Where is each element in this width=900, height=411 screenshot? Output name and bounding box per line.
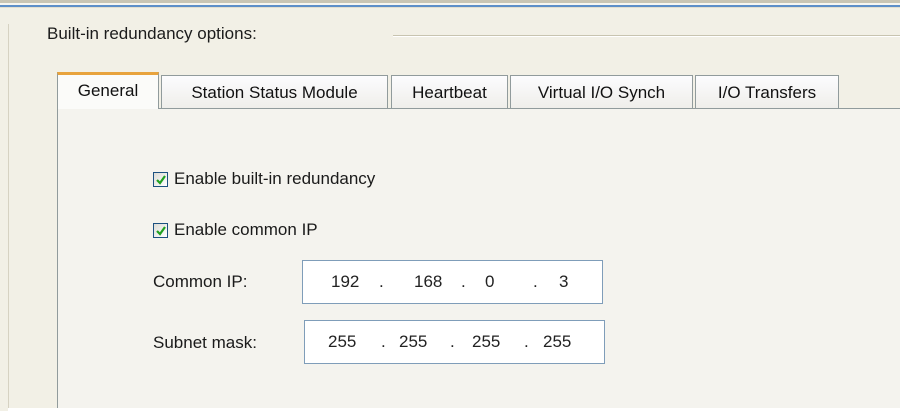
checkmark-icon bbox=[156, 225, 166, 236]
tab-station-status-module[interactable]: Station Status Module bbox=[161, 75, 388, 108]
subnet-mask-octet-1[interactable]: 255 bbox=[328, 332, 356, 352]
common-ip-octet-2[interactable]: 168 bbox=[414, 272, 442, 292]
ip-dot: . bbox=[533, 272, 538, 291]
ip-dot: . bbox=[381, 332, 386, 351]
ip-dot: . bbox=[524, 332, 529, 351]
enable-redundancy-checkbox[interactable] bbox=[153, 171, 168, 187]
enable-common-ip-row[interactable]: Enable common IP bbox=[153, 220, 318, 240]
groupbox-title: Built-in redundancy options: bbox=[47, 24, 263, 44]
left-edge bbox=[8, 24, 9, 411]
tab-heartbeat[interactable]: Heartbeat bbox=[391, 75, 508, 108]
subnet-mask-octet-2[interactable]: 255 bbox=[399, 332, 427, 352]
common-ip-octet-3[interactable]: 0 bbox=[485, 272, 494, 292]
enable-common-ip-label: Enable common IP bbox=[174, 220, 318, 239]
common-ip-label: Common IP: bbox=[153, 272, 248, 291]
redundancy-dialog: Built-in redundancy options: General Sta… bbox=[0, 0, 900, 411]
subnet-mask-octet-3[interactable]: 255 bbox=[472, 332, 500, 352]
tab-io-transfers[interactable]: I/O Transfers bbox=[695, 75, 839, 108]
subnet-mask-label: Subnet mask: bbox=[153, 333, 257, 352]
subnet-mask-octet-4[interactable]: 255 bbox=[543, 332, 571, 352]
common-ip-octet-1[interactable]: 192 bbox=[331, 272, 359, 292]
common-ip-field[interactable]: 192 . 168 . 0 . 3 bbox=[302, 260, 603, 304]
ip-dot: . bbox=[379, 272, 384, 291]
checkmark-icon bbox=[156, 174, 166, 185]
ip-dot: . bbox=[461, 272, 466, 291]
tab-general[interactable]: General bbox=[57, 72, 159, 109]
enable-common-ip-checkbox[interactable] bbox=[153, 222, 168, 238]
subnet-mask-field[interactable]: 255 . 255 . 255 . 255 bbox=[304, 320, 605, 364]
ip-dot: . bbox=[450, 332, 455, 351]
groupbox-divider bbox=[393, 35, 900, 37]
enable-redundancy-label: Enable built-in redundancy bbox=[174, 169, 376, 188]
cropped-top-border bbox=[0, 0, 900, 3]
enable-redundancy-row[interactable]: Enable built-in redundancy bbox=[153, 169, 375, 189]
top-accent-line bbox=[0, 5, 900, 7]
common-ip-octet-4[interactable]: 3 bbox=[559, 272, 568, 292]
tab-virtual-io-synch[interactable]: Virtual I/O Synch bbox=[510, 75, 693, 108]
